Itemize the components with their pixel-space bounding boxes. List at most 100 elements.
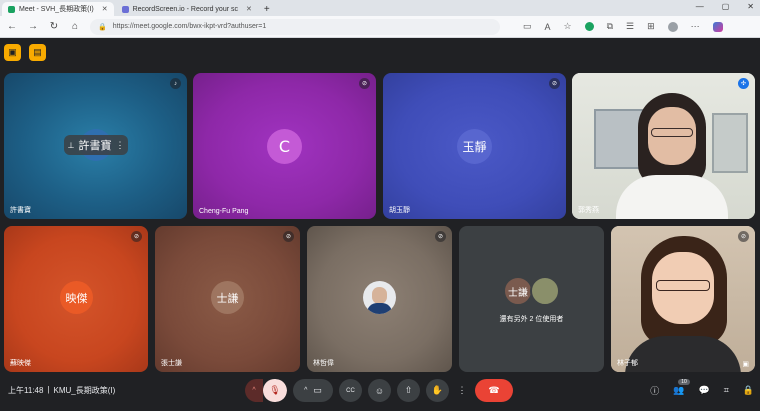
leave-call-button[interactable]: ☎: [475, 379, 513, 402]
extension-icon[interactable]: [584, 22, 594, 31]
reload-icon[interactable]: ↻: [48, 21, 60, 32]
center-controls: ^ 🎙 ^ ▭ CC ☺ ⇧ ✋ ⋮ ☎: [245, 379, 513, 402]
others-tile[interactable]: 士謙 還有另外 2 位使用者: [459, 226, 604, 372]
mic-off-icon: ⊘: [359, 78, 370, 89]
new-tab-button[interactable]: +: [264, 4, 270, 15]
mic-toggle-button[interactable]: 🎙: [263, 379, 287, 402]
emoji-button[interactable]: ☺: [368, 379, 391, 402]
participant-name: 林哲偉: [313, 360, 334, 367]
minimize-button[interactable]: —: [696, 2, 704, 11]
host-controls-icon[interactable]: 🔒: [743, 385, 754, 396]
participant-name: 許書寶: [10, 207, 31, 214]
participant-avatar: 玉靜: [457, 129, 492, 164]
chat-icon[interactable]: 💬: [698, 385, 709, 396]
participant-tile[interactable]: ⊘ 林子郁 ▣: [611, 226, 755, 372]
others-label: 還有另外 2 位使用者: [499, 316, 564, 323]
mic-off-icon: ⊘: [738, 231, 749, 242]
raise-hand-button[interactable]: ✋: [426, 379, 449, 402]
notes-icon[interactable]: ▤: [29, 44, 46, 61]
avatar-initials: C: [278, 137, 291, 156]
extensions-icon[interactable]: ⧉: [607, 21, 613, 32]
close-icon[interactable]: ✕: [246, 5, 252, 13]
hangup-icon: ☎: [488, 385, 500, 395]
close-window-button[interactable]: ✕: [747, 2, 754, 11]
tab-label: RecordScreen.io - Record your sc: [132, 5, 238, 13]
pin-label: 許書寶: [78, 140, 112, 152]
forward-icon[interactable]: →: [27, 21, 39, 32]
avatar-initials: 士謙: [216, 291, 239, 305]
audio-indicator-icon: ♪: [170, 78, 181, 89]
present-icon: ⇧: [404, 385, 413, 395]
meeting-time: 上午11:48: [8, 386, 44, 395]
participant-avatar: [363, 281, 396, 314]
meeting-separator: |: [47, 385, 50, 394]
window-controls: — ▢ ✕: [696, 2, 754, 11]
collections-icon[interactable]: ⊞: [647, 21, 655, 32]
close-icon[interactable]: ✕: [102, 5, 108, 13]
avatar-photo-face: [372, 287, 387, 304]
meeting-info: 上午11:48 | KMU_長期政策(I): [8, 385, 115, 396]
more-options-icon[interactable]: ⋮: [115, 140, 124, 151]
mic-off-icon: ⊘: [131, 231, 142, 242]
participant-avatar: 士謙: [211, 281, 244, 314]
participant-name: 張士謙: [161, 360, 182, 367]
camera-options-button[interactable]: ^: [304, 387, 307, 394]
more-options-button[interactable]: ⋮: [455, 379, 469, 402]
person-body: [616, 175, 728, 219]
favorite-icon[interactable]: ☆: [564, 21, 572, 32]
read-aloud-icon[interactable]: A: [545, 22, 551, 32]
glasses-shape: [656, 280, 710, 291]
participant-tile[interactable]: 映傑 ⊘ 蘇映傑: [4, 226, 148, 372]
participant-name: 胡玉靜: [389, 207, 410, 214]
camera-control[interactable]: ^ ▭: [293, 379, 333, 402]
meeting-details-icon[interactable]: ⓘ: [650, 384, 659, 397]
mic-off-icon: ⊘: [435, 231, 446, 242]
more-icon[interactable]: ⋯: [691, 21, 700, 32]
avatar-initials: 玉靜: [462, 140, 487, 154]
pip-icon[interactable]: ▣: [742, 360, 749, 368]
meet-area: ▣ ▤ ⊥ 許書寶 ⋮ ♪ 許書寶 C ⊘ Cheng-Fu Pang 玉靜 ⊘…: [0, 38, 760, 411]
people-button[interactable]: 10 👥: [673, 379, 690, 396]
participant-avatar: [530, 276, 560, 306]
captions-icon: CC: [346, 387, 355, 394]
captions-button[interactable]: CC: [339, 379, 362, 402]
lock-icon[interactable]: 🔒: [98, 23, 107, 31]
recording-icon[interactable]: ▣: [4, 44, 21, 61]
browser-tabbar: Meet - SVH_長期政策(I) ✕ RecordScreen.io - R…: [0, 0, 760, 16]
participant-avatar: 士謙: [503, 276, 533, 306]
favorites-bar-icon[interactable]: ☰: [626, 21, 634, 32]
screen-share-icon[interactable]: ▭: [523, 21, 532, 32]
active-speaker-icon: ✣: [738, 78, 749, 89]
present-button[interactable]: ⇧: [397, 379, 420, 402]
avatar-photo-body: [367, 303, 392, 314]
mic-control: ^ 🎙: [245, 379, 287, 402]
url-text: https://meet.google.com/bwx-ikpt-vrd?aut…: [112, 23, 267, 30]
activities-icon[interactable]: ⌗: [724, 385, 729, 396]
meet-top-icons: ▣ ▤: [4, 44, 46, 61]
profile-icon[interactable]: [667, 21, 678, 32]
home-icon[interactable]: ⌂: [69, 21, 81, 32]
back-icon[interactable]: ←: [6, 21, 18, 32]
maximize-button[interactable]: ▢: [722, 2, 730, 11]
participant-count-badge: 10: [678, 379, 690, 385]
tab-meet[interactable]: Meet - SVH_長期政策(I) ✕: [2, 2, 114, 16]
right-controls: ⓘ 10 👥 💬 ⌗ 🔒: [650, 379, 754, 397]
participant-avatar: C: [267, 129, 302, 164]
participant-tile[interactable]: C ⊘ Cheng-Fu Pang: [193, 73, 376, 219]
more-icon: ⋮: [457, 385, 467, 395]
emoji-icon: ☺: [374, 385, 385, 396]
copilot-icon[interactable]: [712, 21, 723, 32]
participant-tile[interactable]: ✣ 郭秀燕: [572, 73, 755, 219]
mic-off-icon: 🎙: [269, 385, 281, 395]
participant-tile[interactable]: 士謙 ⊘ 張士謙: [155, 226, 300, 372]
url-field[interactable]: 🔒 https://meet.google.com/bwx-ikpt-vrd?a…: [90, 18, 500, 35]
participant-tile[interactable]: ⊘ 林哲偉: [307, 226, 452, 372]
mic-options-button[interactable]: ^: [245, 379, 263, 402]
meet-control-bar: 上午11:48 | KMU_長期政策(I) ^ 🎙 ^ ▭ CC ☺ ⇧ ✋ ⋮…: [0, 371, 760, 411]
pin-chip[interactable]: ⊥ 許書寶 ⋮: [64, 135, 128, 155]
pin-icon: ⊥: [67, 140, 75, 150]
participant-tile[interactable]: ⊥ 許書寶 ⋮ ♪ 許書寶: [4, 73, 187, 219]
recordscreen-favicon-icon: [121, 5, 129, 13]
participant-tile[interactable]: 玉靜 ⊘ 胡玉靜: [383, 73, 566, 219]
tab-recordscreen[interactable]: RecordScreen.io - Record your sc ✕: [116, 2, 258, 16]
